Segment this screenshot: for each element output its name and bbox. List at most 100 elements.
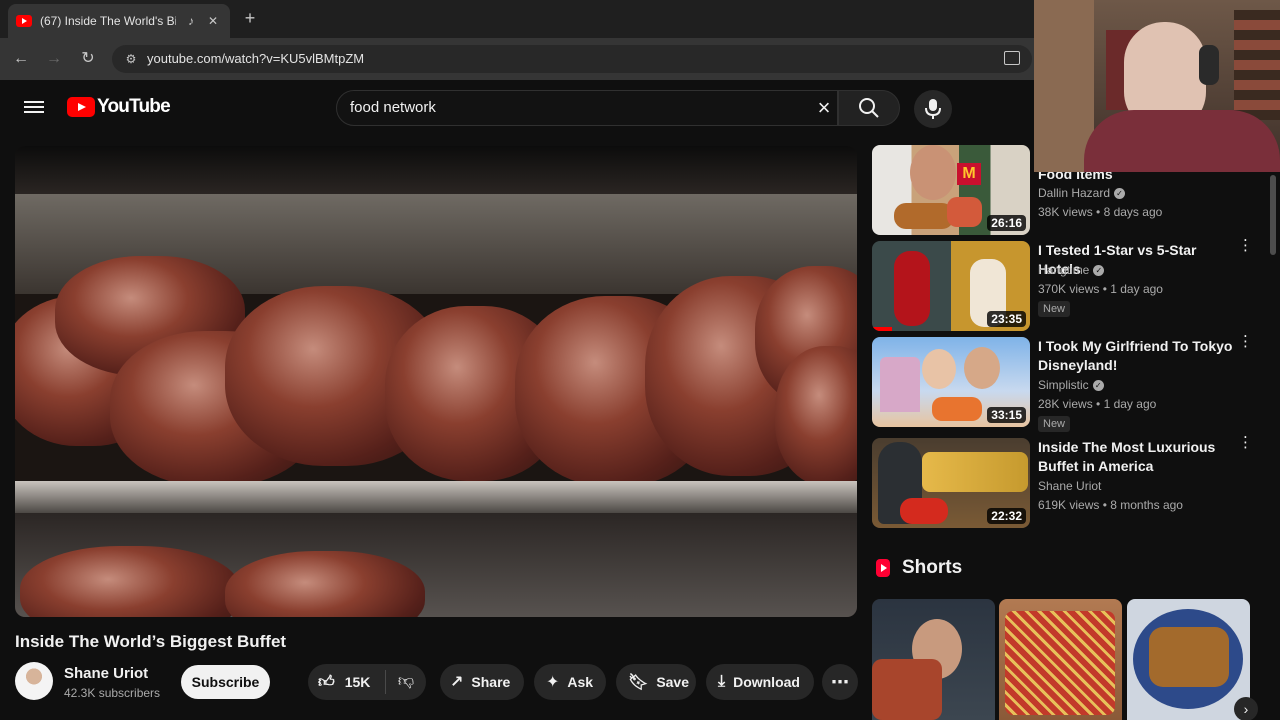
sparkle-icon: ✦ [546,674,560,691]
like-button[interactable]: 👍︎ 15K [308,664,384,700]
shorts-icon [876,559,890,577]
browser-tab[interactable]: (67) Inside The World's Bigg ♪ ✕ [8,4,230,38]
thumbnail-face [964,347,1000,389]
video-meta: 28K views • 1 day ago [1038,397,1157,411]
back-arrow-icon[interactable]: ← [10,48,32,70]
upload-age: 8 months ago [1110,498,1183,512]
more-vertical-icon[interactable]: ⋮ [1238,238,1253,253]
scrollbar-thumb[interactable] [1270,175,1276,255]
thumbnail-sandwich [894,203,954,229]
thumbs-up-icon: 👍︎ [318,673,335,691]
thumbnail-castle [880,357,920,412]
video-title[interactable]: Inside The Most Luxurious Buffet in Amer… [1038,438,1238,476]
donut-image [20,546,240,617]
thumbs-down-icon: 👎︎ [397,673,415,690]
video-duration: 26:16 [987,215,1026,231]
subscribe-button[interactable]: Subscribe [181,665,270,699]
youtube-logo[interactable]: YouTube [67,96,171,118]
video-channel[interactable]: Hangtime ✓ [1038,263,1105,277]
upload-age: 1 day ago [1110,282,1163,296]
reload-icon[interactable]: ↻ [77,48,99,70]
recommended-video[interactable]: 23:35 I Tested 1-Star vs 5-Star Hotels H… [872,238,1272,331]
video-channel[interactable]: Shane Uriot [1038,479,1101,493]
thumbnail-food [872,659,942,720]
save-button[interactable]: 🔖︎ Save [616,664,696,700]
video-thumbnail[interactable]: 22:32 [872,438,1030,528]
view-count: 38K views [1038,205,1093,219]
search-button[interactable] [838,90,900,126]
view-count: 370K views [1038,282,1100,296]
share-label: Share [471,674,511,690]
voice-search-button[interactable] [914,90,952,128]
close-tab-icon[interactable]: ✕ [206,14,220,28]
video-frame-top [15,146,857,194]
channel-name: Hangtime [1038,263,1090,277]
share-button[interactable]: ↗ Share [440,664,524,700]
video-thumbnail[interactable]: 33:15 [872,337,1030,427]
video-meta: 38K views • 8 days ago [1038,205,1163,219]
short-item[interactable] [999,599,1122,720]
video-duration: 33:15 [987,407,1026,423]
search-query[interactable]: food network [350,99,436,116]
save-label: Save [656,674,690,690]
dislike-button[interactable]: 👎︎ [386,664,426,700]
forward-arrow-icon[interactable]: → [43,48,65,70]
clear-search-icon[interactable]: × [812,96,836,120]
video-title: Inside The World’s Biggest Buffet [15,632,287,651]
thumbnail-food [1149,627,1229,687]
more-actions-button[interactable]: ⋯ [822,664,858,700]
new-badge: New [1038,416,1071,432]
chevron-right-icon[interactable]: › [1234,697,1258,720]
channel-name[interactable]: Shane Uriot [64,665,148,682]
view-count: 619K views [1038,498,1100,512]
video-player[interactable] [15,146,857,617]
video-duration: 23:35 [987,311,1026,327]
short-item[interactable] [872,599,995,720]
webcam-shelf [1234,10,1280,120]
ask-label: Ask [567,674,594,690]
new-tab-button[interactable]: + [240,8,260,29]
verified-badge-icon: ✓ [1092,380,1104,392]
download-icon: ⤓ [718,673,726,690]
subscriber-count: 42.3K subscribers [64,686,161,700]
more-vertical-icon[interactable]: ⋮ [1238,435,1253,450]
microphone-icon [925,99,941,119]
video-channel[interactable]: Dallin Hazard ✓ [1038,186,1126,200]
channel-name: Shane Uriot [1038,479,1102,493]
video-title[interactable]: I Took My Girlfriend To Tokyo Disneyland… [1038,337,1238,375]
tab-title: (67) Inside The World's Bigg [40,14,176,28]
more-vertical-icon[interactable]: ⋮ [1238,334,1253,349]
install-app-icon[interactable] [1004,51,1020,65]
upload-age: 8 days ago [1103,205,1163,219]
headphones-icon [1199,45,1219,85]
thumbnail-sleeping-bag [894,251,930,326]
hamburger-menu-icon[interactable] [24,98,44,116]
donut-image [775,346,857,486]
shorts-heading: Shorts [902,557,963,578]
recommended-video[interactable]: 33:15 I Took My Girlfriend To Tokyo Disn… [872,334,1272,432]
download-button[interactable]: ⤓ Download [706,664,814,700]
video-thumbnail[interactable]: M 26:16 [872,145,1030,235]
thumbnail-food [947,197,982,227]
view-count: 28K views [1038,397,1093,411]
site-info-icon[interactable]: ⚙ [123,51,139,67]
webcam-overlay [1034,0,1280,172]
thumbnail-pizza [1005,611,1115,715]
url-text[interactable]: youtube.com/watch?v=KU5vlBMtpZM [147,51,364,66]
search-icon [859,98,879,118]
video-thumbnail[interactable]: 23:35 [872,241,1030,331]
short-item[interactable] [1127,599,1250,720]
video-duration: 22:32 [987,508,1026,524]
video-meta: 370K views • 1 day ago [1038,282,1163,296]
ask-button[interactable]: ✦ Ask [534,664,606,700]
speaker-icon[interactable]: ♪ [184,14,198,28]
channel-name: Simplistic [1038,378,1089,392]
recommended-video[interactable]: 22:32 Inside The Most Luxurious Buffet i… [872,435,1272,528]
youtube-logo-text: YouTube [97,96,171,117]
upload-age: 1 day ago [1103,397,1157,411]
video-channel[interactable]: Simplistic ✓ [1038,378,1104,392]
mcdonalds-logo-icon: M [957,163,981,185]
channel-avatar[interactable] [15,662,53,700]
baking-tray [15,481,857,513]
verified-badge-icon: ✓ [1114,188,1126,200]
